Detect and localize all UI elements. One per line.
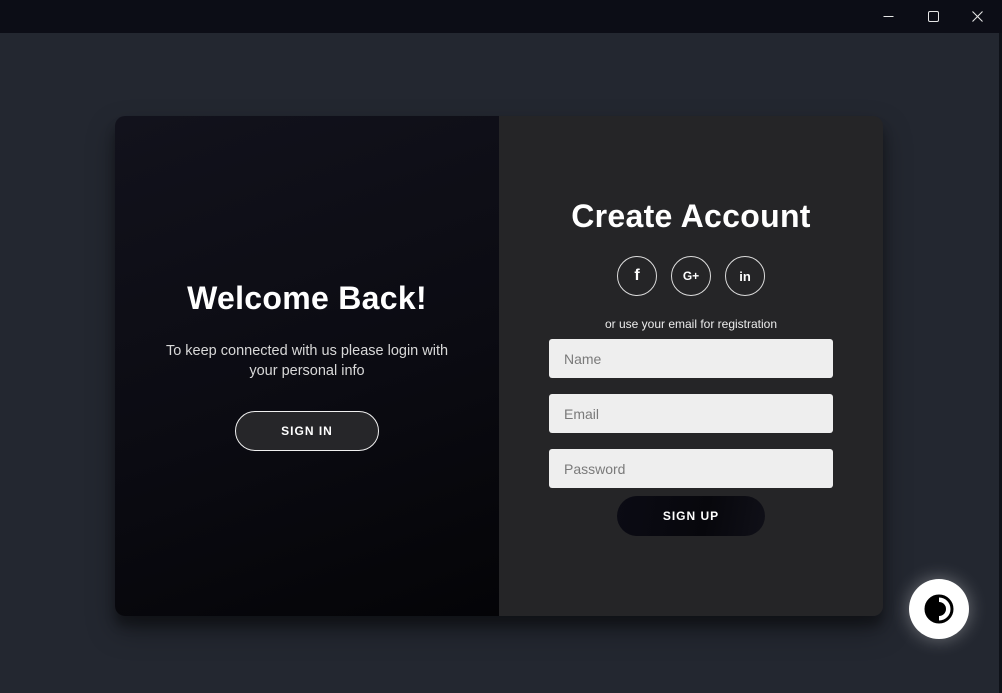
minimize-button[interactable] [866, 0, 910, 33]
welcome-text: To keep connected with us please login w… [165, 343, 449, 379]
sign-in-button[interactable]: SIGN IN [235, 411, 379, 451]
social-buttons: f G+ in [499, 256, 883, 296]
maximize-icon [927, 11, 939, 22]
email-field[interactable] [549, 394, 833, 433]
registration-hint: or use your email for registration [604, 317, 778, 331]
auth-card: Welcome Back! To keep connected with us … [115, 116, 883, 616]
google-plus-button[interactable]: G+ [671, 256, 711, 296]
linkedin-icon: in [739, 268, 751, 284]
close-icon [971, 11, 983, 22]
maximize-button[interactable] [911, 0, 955, 33]
sign-up-button[interactable]: SIGN UP [617, 496, 765, 536]
theme-toggle-button[interactable] [909, 579, 969, 639]
google-plus-icon: G+ [682, 269, 700, 283]
close-button[interactable] [955, 0, 999, 33]
password-field[interactable] [549, 449, 833, 488]
contrast-icon [924, 594, 954, 624]
name-field[interactable] [549, 339, 833, 378]
signup-panel: Create Account f G+ in or use your email… [499, 116, 883, 616]
facebook-icon: f [634, 267, 640, 284]
facebook-button[interactable]: f [617, 256, 657, 296]
welcome-title: Welcome Back! [187, 280, 427, 316]
create-account-title: Create Account [571, 198, 811, 234]
window-titlebar [0, 0, 1002, 33]
minimize-icon [883, 16, 893, 17]
linkedin-button[interactable]: in [725, 256, 765, 296]
overlay-panel: Welcome Back! To keep connected with us … [115, 116, 499, 616]
